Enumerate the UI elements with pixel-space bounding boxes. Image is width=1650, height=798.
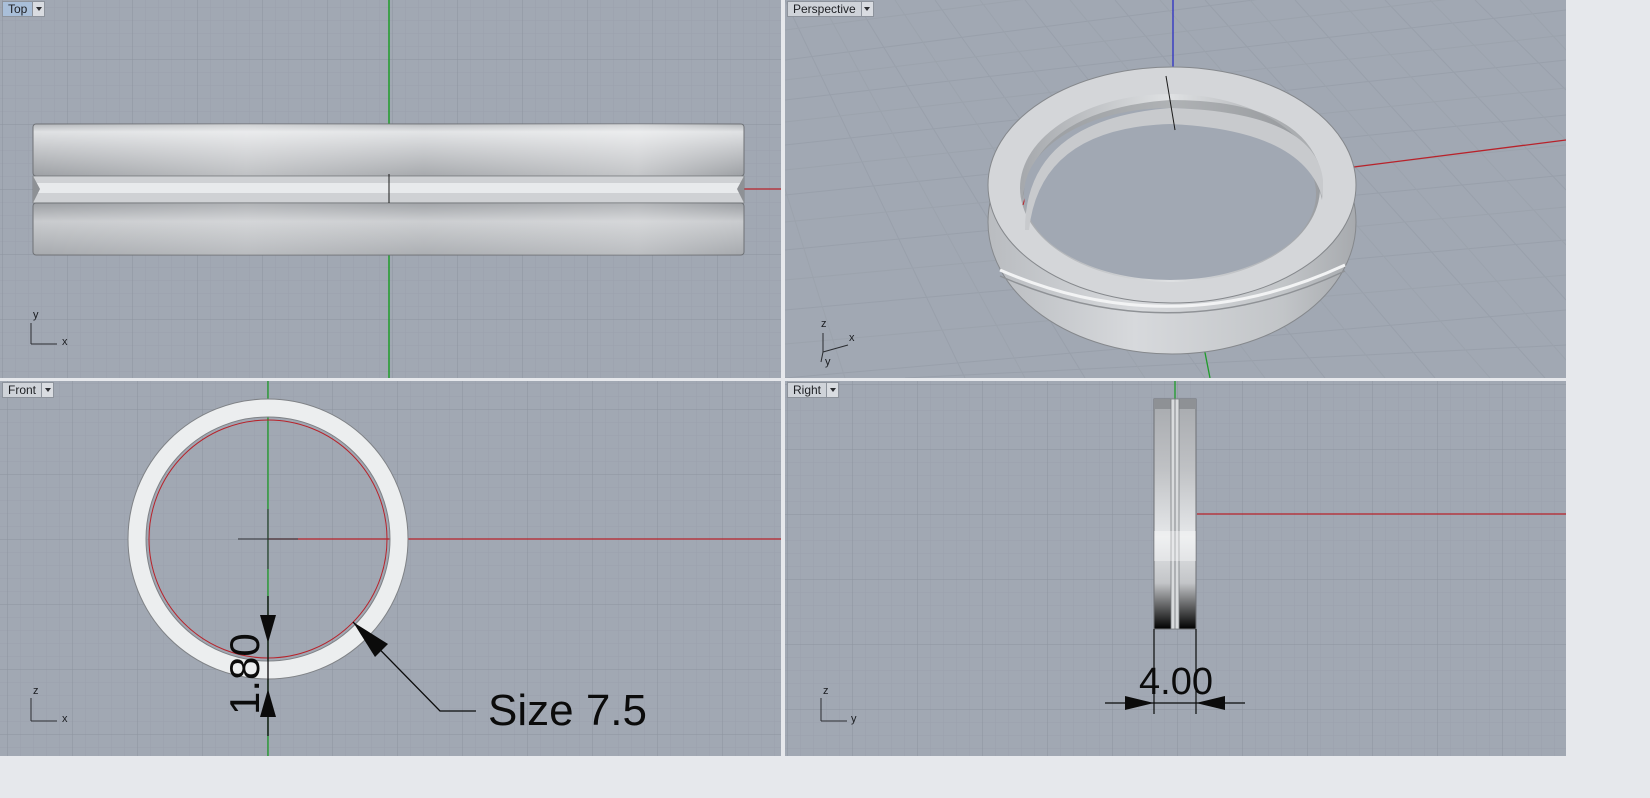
tab-right-label: Right xyxy=(793,383,822,397)
front-view-scene xyxy=(0,381,781,756)
ring-top-projection xyxy=(32,123,745,256)
viewport-perspective[interactable]: Perspective z x y xyxy=(785,0,1566,378)
tab-top[interactable]: Top xyxy=(2,1,46,17)
axis-label-z: z xyxy=(823,685,829,697)
axis-label-z: z xyxy=(821,318,827,330)
chevron-down-icon[interactable] xyxy=(41,383,54,397)
axis-label-y: y xyxy=(33,309,39,321)
ring-size-dimension-text: Size 7.5 xyxy=(488,686,647,735)
axis-label-x: x xyxy=(62,336,68,348)
tab-perspective[interactable]: Perspective xyxy=(787,1,874,17)
ring-right-projection xyxy=(1153,398,1197,630)
tab-front[interactable]: Front xyxy=(2,382,55,398)
axis-label-y: y xyxy=(851,713,857,725)
axis-label-y: y xyxy=(825,356,831,368)
perspective-view-scene xyxy=(785,0,1566,378)
axis-label-x: x xyxy=(849,332,855,344)
width-dimension-text: 4.00 xyxy=(1139,661,1213,703)
ring-perspective xyxy=(987,66,1357,355)
thickness-dimension-text: 1.80 xyxy=(221,633,268,715)
axis-label-z: z xyxy=(33,685,39,697)
viewport-top[interactable]: Top y x xyxy=(0,0,781,378)
chevron-down-icon[interactable] xyxy=(826,383,839,397)
tab-front-label: Front xyxy=(8,383,37,397)
tab-right[interactable]: Right xyxy=(787,382,840,398)
tab-top-label: Top xyxy=(8,2,28,16)
top-view-scene xyxy=(0,0,781,378)
viewport-right[interactable]: Right z y 4.00 xyxy=(785,381,1566,756)
viewport-front[interactable]: Front z x 1.80 Size 7.5 xyxy=(0,381,781,756)
chevron-down-icon[interactable] xyxy=(32,2,45,16)
axis-label-x: x xyxy=(62,713,68,725)
chevron-down-icon[interactable] xyxy=(860,2,873,16)
tab-perspective-label: Perspective xyxy=(793,2,856,16)
